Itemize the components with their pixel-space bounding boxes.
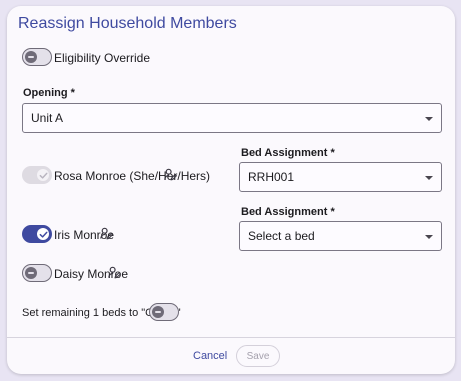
remaining-beds-offline-toggle[interactable] [149,303,179,321]
toggle-knob [37,228,49,240]
bed-assignment-label-rosa: Bed Assignment * [241,147,335,159]
person-edit-icon[interactable] [164,168,177,181]
toggle-knob [152,306,164,318]
toggle-knob [25,267,37,279]
opening-label: Opening * [23,87,75,99]
cancel-button[interactable]: Cancel [193,350,227,362]
toggle-knob [25,51,37,63]
bed-select-rosa[interactable]: RRH001 [239,162,442,192]
person-edit-icon[interactable] [100,227,113,240]
check-icon [39,172,48,179]
toggle-knob [37,169,49,181]
dropdown-caret-icon [425,176,433,180]
bed-assignment-label-iris: Bed Assignment * [241,206,335,218]
bed-select-value-rosa: RRH001 [248,170,295,184]
eligibility-override-label: Eligibility Override [54,51,151,65]
opening-select[interactable]: Unit A [22,103,442,133]
member-toggle-rosa[interactable] [22,166,52,184]
member-name-rosa: Rosa Monroe (She/Her/Hers) [54,169,211,183]
dialog-title: Reassign Household Members [18,15,237,32]
member-toggle-daisy[interactable] [22,264,52,282]
eligibility-override-toggle[interactable] [22,48,52,66]
member-toggle-iris[interactable] [22,225,52,243]
dropdown-caret-icon [425,235,433,239]
dropdown-caret-icon [425,117,433,121]
person-edit-icon[interactable] [108,266,121,279]
check-icon [39,231,48,238]
reassign-dialog: Reassign Household Members Eligibility O… [7,6,455,374]
save-button[interactable]: Save [236,345,280,367]
footer-divider [7,337,455,338]
opening-select-value: Unit A [31,111,64,125]
bed-select-iris[interactable]: Select a bed [239,221,442,251]
bed-select-value-iris: Select a bed [248,229,315,243]
